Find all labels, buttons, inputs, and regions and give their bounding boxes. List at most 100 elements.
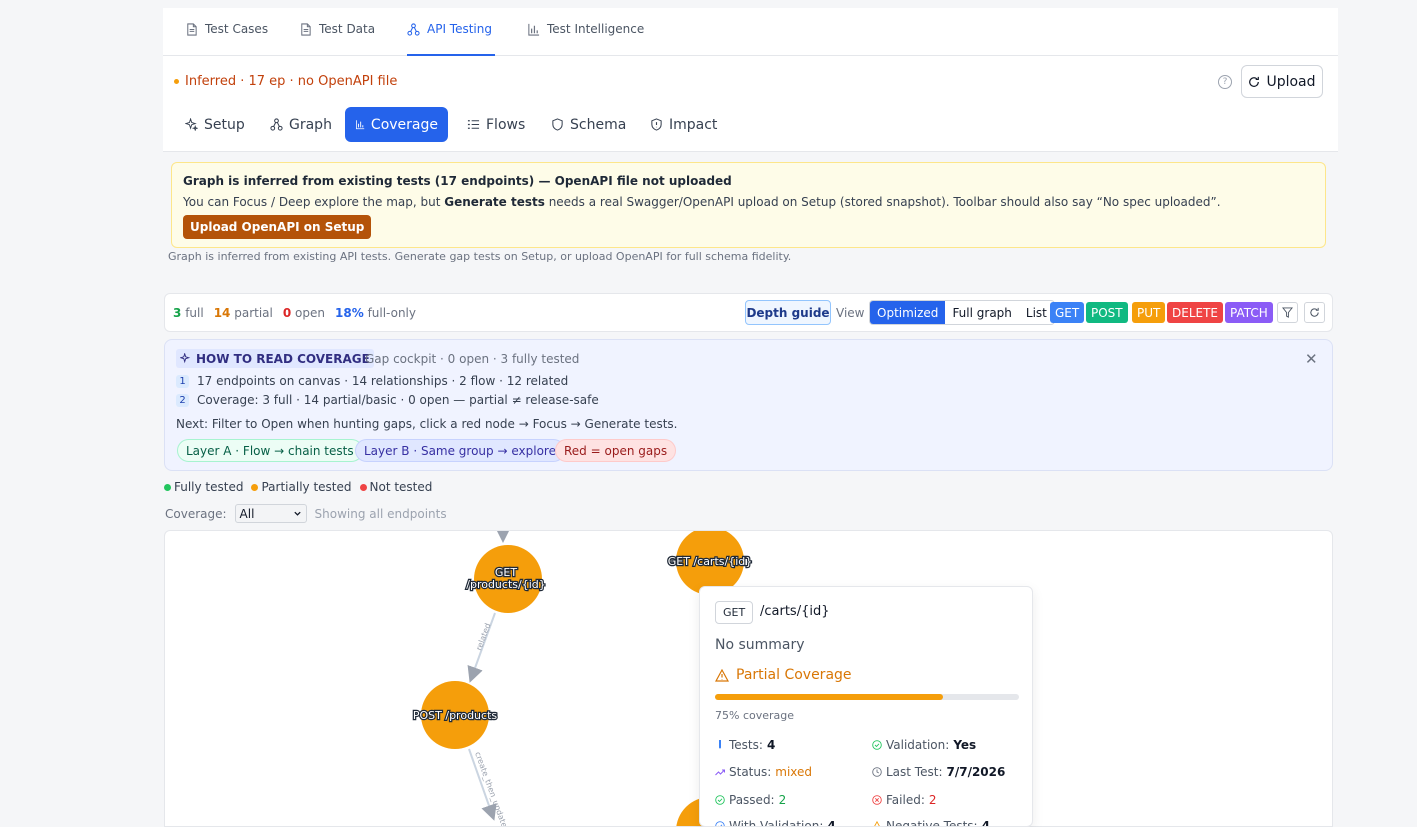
tab-test-data[interactable]: Test Data: [299, 22, 375, 56]
method-filter-post[interactable]: POST: [1086, 302, 1128, 323]
warning-title: Graph is inferred from existing tests (1…: [183, 174, 732, 188]
step-number: 1: [176, 374, 189, 388]
howto-next: Next: Filter to Open when hunting gaps, …: [176, 417, 678, 431]
stat-label: Passed:: [729, 793, 775, 807]
subtab-label: Coverage: [370, 116, 438, 133]
tab-test-cases[interactable]: Test Cases: [185, 22, 268, 56]
view-full-graph[interactable]: Full graph: [945, 301, 1018, 324]
tab-label: Test Intelligence: [547, 22, 645, 36]
tab-test-intelligence[interactable]: Test Intelligence: [527, 22, 644, 56]
no-spec-warning: Graph is inferred from existing tests (1…: [171, 162, 1326, 248]
subtab-label: Flows: [486, 116, 526, 133]
legend-dot: [164, 484, 171, 491]
refresh-button[interactable]: [1304, 302, 1325, 323]
stat-label: partial: [234, 306, 273, 320]
legend-not-tested: Not tested: [359, 480, 432, 494]
list-icon: [467, 120, 480, 129]
method-badge: GET: [715, 601, 754, 624]
stat-label: Negative Tests:: [886, 819, 978, 827]
node-label: GET /carts/{id}: [668, 555, 753, 568]
check-circle-icon: [872, 740, 882, 750]
legend-dot: [359, 484, 367, 491]
trend-icon: [715, 769, 725, 776]
coverage-select[interactable]: All: [234, 504, 307, 523]
subtab-setup[interactable]: Setup: [175, 107, 255, 142]
coverage-status-text: Partial Coverage: [736, 667, 852, 683]
stat-value: 4: [766, 738, 776, 752]
help-icon[interactable]: ?: [1218, 75, 1232, 89]
coverage-legend: Fully tested Partially tested Not tested: [164, 480, 432, 494]
stat-with-validation: With Validation: 4: [715, 819, 836, 827]
subtab-graph[interactable]: Graph: [260, 107, 342, 142]
pill-layer-a[interactable]: Layer A · Flow → chain tests: [177, 439, 363, 462]
warning-body: You can Focus / Deep explore the map, bu…: [183, 195, 1221, 209]
stat-value: 2: [928, 793, 937, 807]
subtab-impact[interactable]: Impact: [640, 107, 727, 142]
stat-value: 4: [827, 819, 836, 827]
edge-label: create_then_update: [473, 751, 509, 827]
stat-value: Yes: [953, 738, 977, 752]
sparkle-icon: [185, 118, 198, 131]
stat-full-only: 18% full-only: [335, 306, 416, 320]
test-tube-icon: [719, 740, 721, 749]
close-icon[interactable]: ✕: [1305, 350, 1318, 368]
pill-layer-b[interactable]: Layer B · Same group → explore: [355, 439, 565, 462]
view-optimized[interactable]: Optimized: [870, 301, 946, 324]
coverage-bar-fill: [715, 694, 943, 700]
edge-label: related: [474, 622, 492, 652]
method-filter-delete[interactable]: DELETE: [1167, 302, 1224, 323]
chevron-down-icon: [293, 511, 301, 516]
endpoint-tooltip: GET /carts/{id} No summary Partial Cover…: [699, 586, 1033, 827]
stat-label: Failed:: [886, 793, 925, 807]
check-circle-icon: [715, 795, 725, 805]
warning-body-emphasis: Generate tests: [444, 195, 545, 209]
stat-value: 4: [981, 819, 990, 827]
stat-value: mixed: [775, 765, 813, 779]
tab-label: Test Data: [319, 22, 376, 36]
status-dot: [174, 79, 179, 84]
method-filter-patch[interactable]: PATCH: [1225, 302, 1273, 323]
depth-guide-button[interactable]: Depth guide: [745, 300, 831, 325]
legend-dot: [251, 484, 259, 491]
legend-full: Fully tested: [164, 480, 243, 494]
endpoint-path: /carts/{id}: [760, 604, 830, 619]
stat-negative-tests: Negative Tests: 4: [872, 819, 990, 827]
stat-label: Status:: [729, 765, 772, 779]
tab-label: API Testing: [427, 22, 492, 36]
check-circle-icon: [715, 821, 725, 826]
sparkle-icon: [180, 353, 191, 364]
endpoint-summary: No summary: [715, 637, 805, 653]
clock-icon: [872, 767, 882, 777]
view-list[interactable]: List: [1019, 301, 1054, 324]
stat-open-count: 0: [282, 306, 292, 320]
legend-label: Fully tested: [174, 480, 244, 494]
stat-partial: 14 partial: [214, 306, 273, 320]
coverage-filter-row: Coverage: All Showing all endpoints: [165, 504, 447, 523]
method-filter-get[interactable]: GET: [1050, 302, 1085, 323]
stat-status: Status: mixed: [715, 765, 812, 779]
subtab-schema[interactable]: Schema: [541, 107, 636, 142]
refresh-icon: [1249, 76, 1260, 87]
stat-validation: Validation: Yes: [872, 738, 976, 752]
stat-label: Last Test:: [886, 765, 943, 779]
upload-openapi-button[interactable]: Upload OpenAPI on Setup: [183, 215, 372, 239]
tab-api-testing[interactable]: API Testing: [407, 22, 495, 56]
stat-label: Validation:: [886, 738, 950, 752]
tab-label: Test Cases: [205, 22, 269, 36]
node-label: /products/{id}: [466, 578, 546, 591]
stat-label: With Validation:: [729, 819, 824, 827]
subtab-coverage[interactable]: Coverage: [345, 107, 448, 142]
filter-button[interactable]: [1277, 302, 1298, 323]
pill-open-gaps[interactable]: Red = open gaps: [555, 439, 677, 462]
subtab-label: Setup: [204, 116, 245, 133]
method-filter-put[interactable]: PUT: [1132, 302, 1166, 323]
subtab-flows[interactable]: Flows: [457, 107, 535, 142]
coverage-toolbar: 3 full 14 partial 0 open 18% full-only D…: [164, 293, 1333, 332]
upload-button[interactable]: Upload: [1241, 65, 1323, 98]
x-circle-icon: [872, 795, 882, 805]
legend-label: Partially tested: [261, 480, 352, 494]
network-icon: [407, 23, 420, 36]
graph-node-post-products[interactable]: POST /products: [412, 681, 499, 749]
legend-partial: Partially tested: [251, 480, 352, 494]
graph-node-get-products-id[interactable]: GET /products/{id}: [465, 545, 547, 613]
